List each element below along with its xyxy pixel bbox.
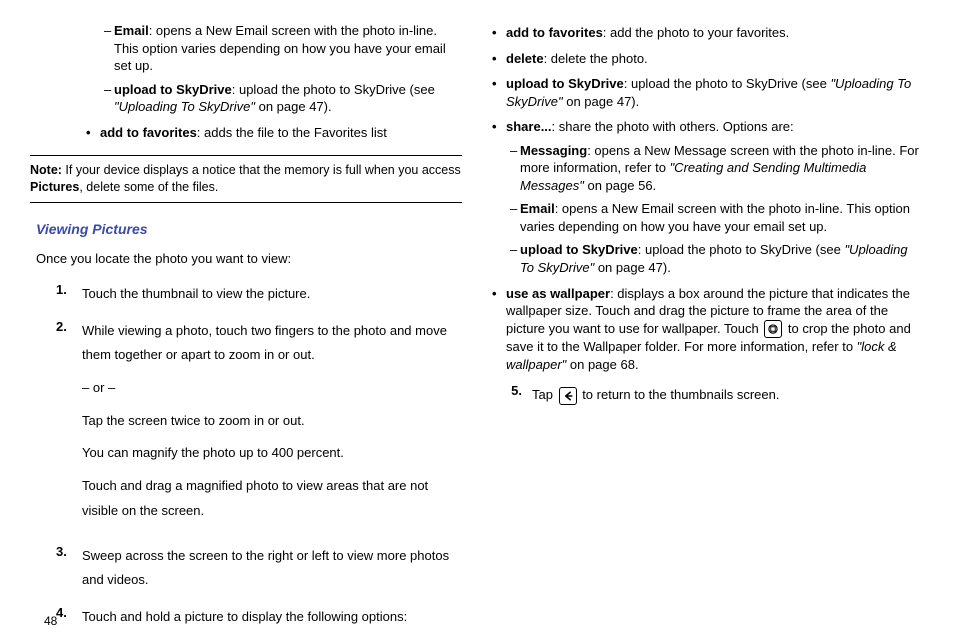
step-5-post: to return to the thumbnails screen.: [579, 387, 780, 402]
dash-item-messaging: – Messaging: opens a New Message screen …: [510, 142, 924, 195]
label: Messaging: [520, 143, 587, 158]
step-number: 5.: [492, 383, 532, 408]
dash-marker: –: [104, 81, 114, 116]
dash-marker: –: [104, 22, 114, 75]
text-post: on page 56.: [584, 178, 656, 193]
dot-marker: •: [492, 118, 506, 136]
step-body: Sweep across the screen to the right or …: [82, 544, 462, 593]
label: add to favorites: [506, 25, 603, 40]
label: use as wallpaper: [506, 286, 610, 301]
text: : add the photo to your favorites.: [603, 25, 789, 40]
text-upload-post: on page 47).: [255, 99, 332, 114]
dash-item-email: – Email: opens a New Email screen with t…: [510, 200, 924, 235]
dot-item-share: • share...: share the photo with others.…: [492, 118, 924, 136]
note-pre: If your device displays a notice that th…: [62, 163, 461, 177]
label: Email: [520, 201, 555, 216]
step-2-or: – or –: [82, 376, 462, 401]
intro-text: Once you locate the photo you want to vi…: [36, 251, 462, 266]
heading-viewing-pictures: Viewing Pictures: [36, 221, 462, 237]
step-number: 1.: [56, 282, 82, 307]
step-2-text: While viewing a photo, touch two fingers…: [82, 319, 462, 368]
step-2-tap: Tap the screen twice to zoom in or out.: [82, 409, 462, 434]
step-2-drag: Touch and drag a magnified photo to view…: [82, 474, 462, 523]
right-column: • add to favorites: add the photo to you…: [492, 20, 924, 600]
step-body: Touch and hold a picture to display the …: [82, 605, 407, 630]
step-5: 5. Tap to return to the thumbnails scree…: [492, 383, 924, 408]
dot-item-delete: • delete: delete the photo.: [492, 50, 924, 68]
dot-item-upload-skydrive: • upload to SkyDrive: upload the photo t…: [492, 75, 924, 110]
text: : share the photo with others. Options a…: [552, 119, 794, 134]
text-addfav: : adds the file to the Favorites list: [197, 125, 387, 140]
dot-marker: •: [492, 50, 506, 68]
label: delete: [506, 51, 544, 66]
step-1: 1. Touch the thumbnail to view the pictu…: [56, 282, 462, 307]
back-arrow-icon: [559, 387, 577, 405]
text: : opens a New Email screen with the phot…: [520, 201, 910, 234]
text-post: on page 47).: [594, 260, 671, 275]
label-addfav: add to favorites: [100, 125, 197, 140]
label-email: Email: [114, 23, 149, 38]
dot-marker: •: [86, 124, 100, 142]
dash-marker: –: [510, 142, 520, 195]
dot-item-add-favorites: • add to favorites: adds the file to the…: [86, 124, 462, 142]
text-post: on page 47).: [563, 94, 640, 109]
step-2: 2. While viewing a photo, touch two fing…: [56, 319, 462, 532]
left-column: – Email: opens a New Email screen with t…: [30, 20, 462, 600]
dot-item-add-favorites: • add to favorites: add the photo to you…: [492, 24, 924, 42]
dash-item-upload-skydrive: – upload to SkyDrive: upload the photo t…: [104, 81, 462, 116]
label: share...: [506, 119, 552, 134]
text-pre: : upload the photo to SkyDrive (see: [624, 76, 831, 91]
text-email: : opens a New Email screen with the phot…: [114, 23, 446, 73]
label: upload to SkyDrive: [520, 242, 638, 257]
step-number: 2.: [56, 319, 82, 532]
step-number: 4.: [56, 605, 82, 630]
dot-item-use-as-wallpaper: • use as wallpaper: displays a box aroun…: [492, 285, 924, 374]
label-upload: upload to SkyDrive: [114, 82, 232, 97]
dash-marker: –: [510, 241, 520, 276]
dot-marker: •: [492, 75, 506, 110]
text: : delete the photo.: [544, 51, 648, 66]
note-post: , delete some of the files.: [79, 180, 218, 194]
dash-item-email: – Email: opens a New Email screen with t…: [104, 22, 462, 75]
step-3: 3. Sweep across the screen to the right …: [56, 544, 462, 593]
note-bold: Pictures: [30, 180, 79, 194]
dash-item-upload-skydrive: – upload to SkyDrive: upload the photo t…: [510, 241, 924, 276]
note-block: Note: If your device displays a notice t…: [30, 155, 462, 203]
step-5-pre: Tap: [532, 387, 557, 402]
text-upload-pre: : upload the photo to SkyDrive (see: [232, 82, 435, 97]
dot-marker: •: [492, 285, 506, 374]
label: upload to SkyDrive: [506, 76, 624, 91]
step-body: Touch the thumbnail to view the picture.: [82, 282, 310, 307]
text-pre: : upload the photo to SkyDrive (see: [638, 242, 845, 257]
step-number: 3.: [56, 544, 82, 593]
ref-upload: "Uploading To SkyDrive": [114, 99, 255, 114]
text-post: on page 68.: [566, 357, 638, 372]
dash-marker: –: [510, 200, 520, 235]
step-4: 4. Touch and hold a picture to display t…: [56, 605, 462, 630]
dot-marker: •: [492, 24, 506, 42]
step-2-magnify: You can magnify the photo up to 400 perc…: [82, 441, 462, 466]
crop-icon: [764, 320, 782, 338]
note-label: Note:: [30, 163, 62, 177]
